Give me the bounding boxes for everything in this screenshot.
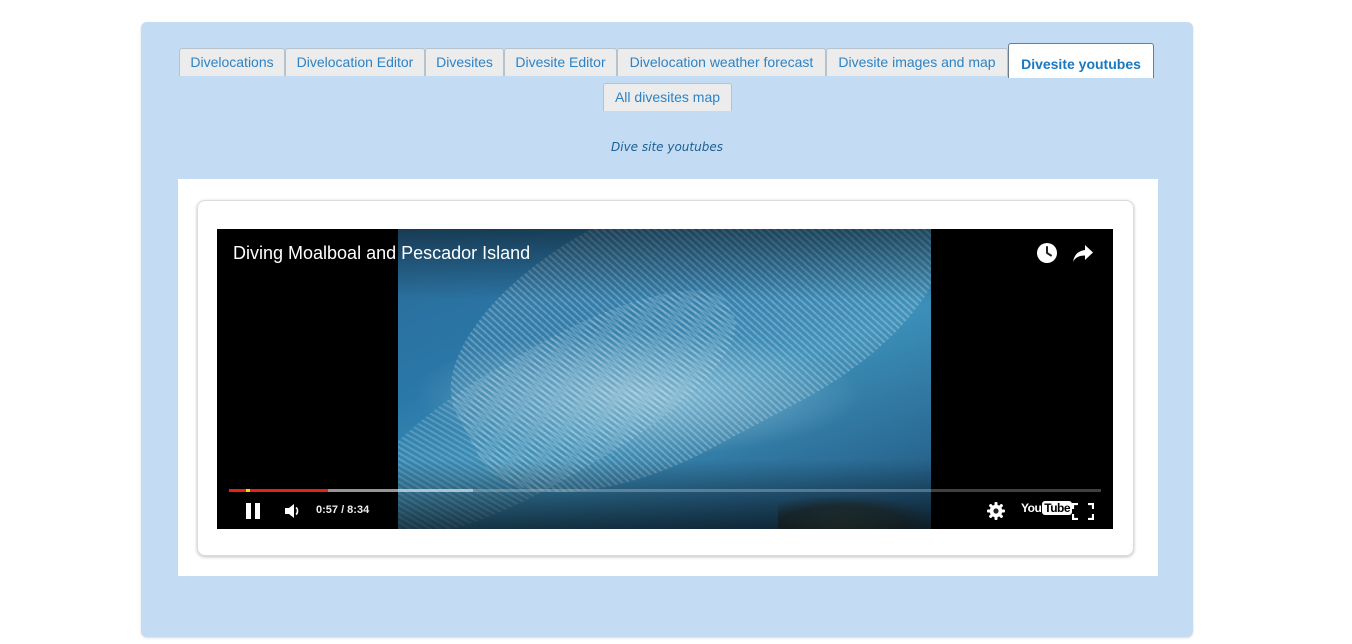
youtube-logo-you: You — [1021, 501, 1042, 515]
settings-gear-icon[interactable] — [987, 502, 1005, 520]
played-bar — [229, 489, 329, 492]
progress-bar[interactable] — [229, 489, 1101, 492]
youtube-player[interactable]: Diving Moalboal and Pescador Island 0:57… — [217, 229, 1113, 529]
section-title: Dive site youtubes — [611, 140, 723, 154]
top-gradient — [217, 229, 1113, 299]
tab-divelocations[interactable]: Divelocations — [179, 48, 285, 76]
watch-later-icon[interactable] — [1036, 242, 1058, 264]
youtube-logo-icon[interactable]: You Tube — [1021, 501, 1073, 515]
content-area: Diving Moalboal and Pescador Island 0:57… — [178, 179, 1158, 576]
main-panel: Divelocations Divelocation Editor Divesi… — [141, 22, 1193, 637]
video-card: Diving Moalboal and Pescador Island 0:57… — [197, 200, 1134, 556]
youtube-logo-tube: Tube — [1042, 501, 1073, 515]
tab-all-divesites-map[interactable]: All divesites map — [603, 83, 732, 111]
tab-divesites[interactable]: Divesites — [425, 48, 504, 76]
pause-icon[interactable] — [245, 503, 261, 519]
share-icon[interactable] — [1072, 243, 1094, 263]
tab-divesite-images-and-map[interactable]: Divesite images and map — [826, 48, 1008, 76]
tab-divesite-editor[interactable]: Divesite Editor — [504, 48, 617, 76]
tab-divelocation-weather-forecast[interactable]: Divelocation weather forecast — [617, 48, 826, 76]
chapter-marker — [246, 489, 250, 492]
fullscreen-icon[interactable] — [1071, 502, 1095, 521]
video-title[interactable]: Diving Moalboal and Pescador Island — [233, 243, 530, 264]
volume-icon[interactable] — [284, 503, 302, 519]
tab-divelocation-editor[interactable]: Divelocation Editor — [285, 48, 425, 76]
tab-divesite-youtubes[interactable]: Divesite youtubes — [1008, 43, 1154, 78]
time-display: 0:57 / 8:34 — [316, 504, 370, 516]
bottom-gradient — [217, 459, 1113, 529]
